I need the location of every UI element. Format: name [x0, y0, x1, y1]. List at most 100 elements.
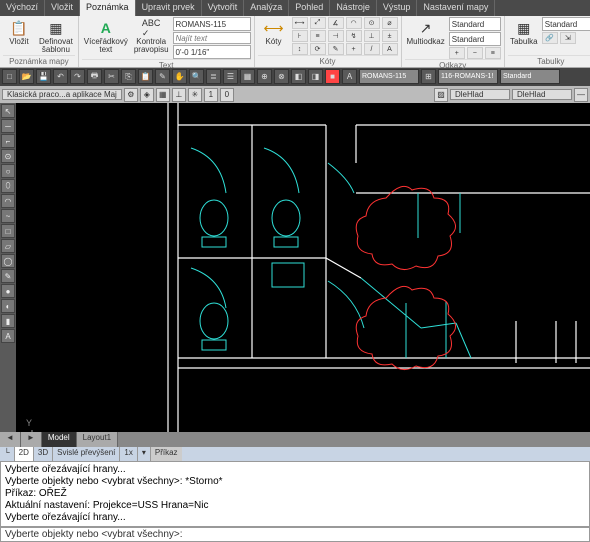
- prop-num0[interactable]: 0: [220, 88, 234, 102]
- hatch-icon[interactable]: ▨: [434, 88, 448, 102]
- tool-line-icon[interactable]: ─: [1, 119, 15, 133]
- qat-zoom-icon[interactable]: 🔍: [189, 69, 204, 84]
- qat-redo-icon[interactable]: ↷: [70, 69, 85, 84]
- dim-continue-button[interactable]: ⊦: [292, 30, 308, 42]
- dim-tol-button[interactable]: ±: [382, 30, 398, 42]
- tool-polygon-icon[interactable]: ▱: [1, 239, 15, 253]
- tool-block-icon[interactable]: ▮: [1, 314, 15, 328]
- qat-tool3-icon[interactable]: ◧: [291, 69, 306, 84]
- linetype-combo-1[interactable]: DleHlad: [450, 89, 510, 100]
- dim-override-button[interactable]: ✎: [328, 43, 344, 55]
- tab-nastroje[interactable]: Nástroje: [330, 0, 377, 16]
- tab-model[interactable]: Model: [42, 432, 77, 447]
- command-input[interactable]: [183, 529, 585, 540]
- qat-undo-icon[interactable]: ↶: [53, 69, 68, 84]
- dim-jog-button[interactable]: ↯: [346, 30, 362, 42]
- tab-analyza[interactable]: Analýza: [244, 0, 289, 16]
- ltscale-icon[interactable]: —: [574, 88, 588, 102]
- text-height-combo[interactable]: 0'-0 1/16": [173, 45, 251, 59]
- qat-new-icon[interactable]: □: [2, 69, 17, 84]
- text-style-combo[interactable]: ROMANS-115: [173, 17, 251, 31]
- tab-scroll-right[interactable]: ►: [21, 432, 42, 447]
- tab-scroll-left[interactable]: ◄: [0, 432, 21, 447]
- command-history[interactable]: Vyberte ořezávající hrany... Vyberte obj…: [0, 461, 590, 527]
- grid-toggle-icon[interactable]: ▦: [156, 88, 170, 102]
- qat-noteadd-icon[interactable]: ⊞: [421, 69, 436, 84]
- mleader-style2-combo[interactable]: Standard: [449, 32, 501, 46]
- tab-vychozi[interactable]: Výchozí: [0, 0, 45, 16]
- qat-cut-icon[interactable]: ✂: [104, 69, 119, 84]
- qat-open-icon[interactable]: 📂: [19, 69, 34, 84]
- tool-circle-icon[interactable]: ⊙: [1, 149, 15, 163]
- status-corner-icon[interactable]: └: [0, 447, 15, 461]
- qat-copy-icon[interactable]: ⎘: [121, 69, 136, 84]
- qat-paste-icon[interactable]: 📋: [138, 69, 153, 84]
- dim-center-button[interactable]: +: [346, 43, 362, 55]
- status-prikaz[interactable]: Příkaz: [151, 447, 182, 461]
- tool-donut-icon[interactable]: ○: [1, 164, 15, 178]
- table-style-combo[interactable]: Standard: [542, 17, 590, 31]
- dim-linear-button[interactable]: ⟷: [292, 17, 308, 29]
- tool-rect-icon[interactable]: □: [1, 224, 15, 238]
- dim-space-button[interactable]: ↕: [292, 43, 308, 55]
- status-2d-toggle[interactable]: 2D: [15, 447, 34, 461]
- dim-radius-button[interactable]: ⊙: [364, 17, 380, 29]
- status-exaggeration[interactable]: Svislé převýšení: [53, 447, 120, 461]
- tab-vytvorit[interactable]: Vytvořit: [202, 0, 245, 16]
- tool-revcloud-icon[interactable]: ◯: [1, 254, 15, 268]
- tool-spline-icon[interactable]: ~: [1, 209, 15, 223]
- style-dropdown-2[interactable]: 116-ROMANS-1!: [438, 69, 498, 84]
- tab-vlozit[interactable]: Vložit: [45, 0, 80, 16]
- tab-pohled[interactable]: Pohled: [289, 0, 330, 16]
- dim-diameter-button[interactable]: ⌀: [382, 17, 398, 29]
- mleader-style-combo[interactable]: Standard: [449, 17, 501, 31]
- status-scale[interactable]: 1x: [120, 447, 137, 461]
- linetype-combo-2[interactable]: DleHlad: [512, 89, 572, 100]
- qat-tool4-icon[interactable]: ◨: [308, 69, 323, 84]
- dim-update-button[interactable]: ⟳: [310, 43, 326, 55]
- dim-text-button[interactable]: A: [382, 43, 398, 55]
- paste-button[interactable]: 📋 Vložit: [3, 17, 35, 47]
- mtext-button[interactable]: A Víceřádkový text: [82, 17, 130, 55]
- polar-toggle-icon[interactable]: ✳: [188, 88, 202, 102]
- qat-pan-icon[interactable]: ✋: [172, 69, 187, 84]
- table-extract-button[interactable]: ⇲: [560, 32, 576, 44]
- tool-select-icon[interactable]: ↖: [1, 104, 15, 118]
- status-dropdown-icon[interactable]: ▾: [138, 447, 151, 461]
- workspace-combo[interactable]: Klasická praco...a aplikace Maj: [2, 89, 122, 100]
- qat-save-icon[interactable]: 💾: [36, 69, 51, 84]
- style-dropdown-1[interactable]: ROMANS-115: [359, 69, 419, 84]
- mleader-align-button[interactable]: ≡: [485, 47, 501, 59]
- tool-arc-icon[interactable]: ◠: [1, 194, 15, 208]
- spellcheck-button[interactable]: ABC✓ Kontrola pravopisu: [132, 17, 171, 55]
- qat-design-icon[interactable]: ▦: [240, 69, 255, 84]
- viewport[interactable]: Y X: [16, 103, 590, 432]
- dim-angular-button[interactable]: ∡: [328, 17, 344, 29]
- status-3d-toggle[interactable]: 3D: [34, 447, 53, 461]
- qat-tool2-icon[interactable]: ⊗: [274, 69, 289, 84]
- tool-point-icon[interactable]: ●: [1, 284, 15, 298]
- qat-tool1-icon[interactable]: ⊕: [257, 69, 272, 84]
- mleader-add-button[interactable]: +: [449, 47, 465, 59]
- dim-ord-button[interactable]: ⊥: [364, 30, 380, 42]
- table-button[interactable]: ▦ Tabulka: [508, 17, 540, 47]
- tab-poznamka[interactable]: Poznámka: [80, 0, 136, 16]
- dim-arc-button[interactable]: ◠: [346, 17, 362, 29]
- dim-aligned-button[interactable]: ⤢: [310, 17, 326, 29]
- style-dropdown-3[interactable]: Standard: [500, 69, 560, 84]
- prop-num1[interactable]: 1: [204, 88, 218, 102]
- mleader-remove-button[interactable]: −: [467, 47, 483, 59]
- ortho-toggle-icon[interactable]: ⊥: [172, 88, 186, 102]
- tool-polyline-icon[interactable]: ⌐: [1, 134, 15, 148]
- qat-plot-icon[interactable]: 🖶: [87, 69, 102, 84]
- qat-color-icon[interactable]: ■: [325, 69, 340, 84]
- define-template-button[interactable]: ▦ Definovat šablonu: [37, 17, 75, 55]
- qat-text-icon[interactable]: A: [342, 69, 357, 84]
- table-link-button[interactable]: 🔗: [542, 32, 558, 44]
- qat-props-icon[interactable]: ☰: [223, 69, 238, 84]
- qat-match-icon[interactable]: ✎: [155, 69, 170, 84]
- tab-nastaveni-mapy[interactable]: Nastavení mapy: [417, 0, 495, 16]
- workspace-gear-icon[interactable]: ⚙: [124, 88, 138, 102]
- tool-region-icon[interactable]: ◐: [1, 299, 15, 313]
- dim-oblique-button[interactable]: /: [364, 43, 380, 55]
